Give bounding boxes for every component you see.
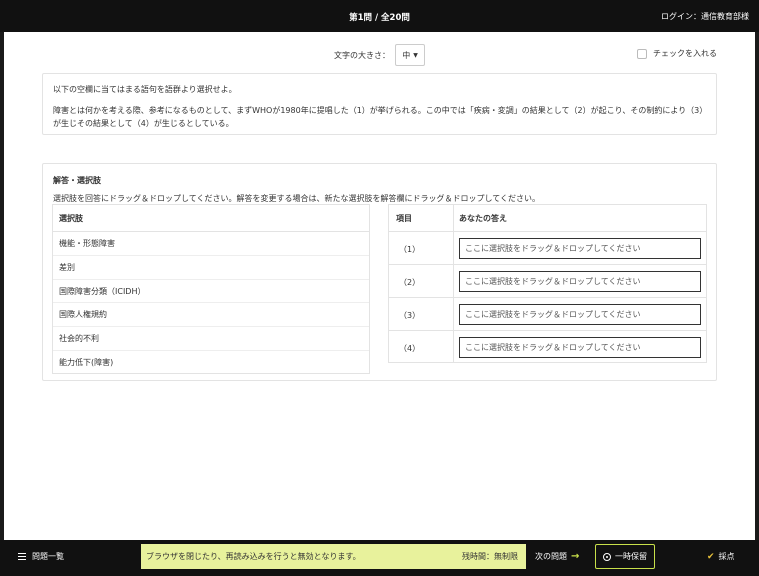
font-size-label: 文字の大きさ： [334,50,390,60]
question-list-button[interactable]: 問題一覧 [18,551,64,562]
answer-row: （4） ここに選択肢をドラッグ＆ドロップしてください [389,331,706,364]
answers-header: 項目 あなたの答え [389,205,706,232]
menu-icon [18,553,26,560]
record-icon [603,552,611,561]
answer-instruction: 選択肢を回答にドラッグ＆ドロップしてください。解答を変更する場合は、新たな選択肢… [53,194,541,203]
answer-drop-zone[interactable]: ここに選択肢をドラッグ＆ドロップしてください [459,238,701,259]
answer-number: （2） [399,278,421,287]
checkmark-icon: ✔ [707,551,715,562]
answer-row: （2） ここに選択肢をドラッグ＆ドロップしてください [389,265,706,298]
choice-item[interactable]: 差別 [53,256,369,280]
question-panel: 以下の空欄に当てはまる語句を語群より選択せよ。 障害とは何かを考える際、参考にな… [42,73,717,135]
header-item: 項目 [396,214,412,223]
hold-button[interactable]: 一時保留 [595,544,655,569]
next-question-label: 次の問題 [535,552,567,561]
check-label: チェックを入れる [653,49,717,58]
choice-item[interactable]: 機能・形態障害 [53,232,369,256]
choice-item[interactable]: 国際障害分類（ICIDH） [53,280,369,304]
hold-label: 一時保留 [615,552,647,561]
top-bar: 第1問 / 全20問 ログイン：通信教育部様 [0,0,759,32]
answer-number: （4） [399,344,421,353]
choice-item[interactable]: 社会的不利 [53,327,369,351]
notice-banner: ブラウザを閉じたり、再読み込みを行うと無効となります。 残時間：無制限 [141,544,526,569]
answer-drop-zone[interactable]: ここに選択肢をドラッグ＆ドロップしてください [459,337,701,358]
check-checkbox[interactable] [637,48,647,59]
question-body: 障害とは何かを考える際、参考になるものとして、まずWHOが1980年に提唱した（… [53,106,704,128]
answer-drop-zone[interactable]: ここに選択肢をドラッグ＆ドロップしてください [459,271,701,292]
question-counter: 第1問 / 全20問 [349,13,410,23]
arrow-right-icon: → [571,550,580,562]
answer-row: （1） ここに選択肢をドラッグ＆ドロップしてください [389,232,706,265]
answer-number: （1） [399,245,421,254]
choices-header: 選択肢 [53,205,369,232]
choice-item[interactable]: 能力低下(障害) [53,351,369,375]
font-size-control: 文字の大きさ： 中 ▼ [334,44,425,66]
answer-number: （3） [399,311,421,320]
font-size-select[interactable]: 中 ▼ [395,44,425,66]
time-remaining: 残時間：無制限 [462,552,518,561]
answer-drop-zone[interactable]: ここに選択肢をドラッグ＆ドロップしてください [459,304,701,325]
header-your-answer: あなたの答え [459,214,507,223]
main-content: 文字の大きさ： 中 ▼ チェックを入れる 以下の空欄に当てはまる語句を語群より選… [4,32,755,540]
bottom-bar: 問題一覧 ブラウザを閉じたり、再読み込みを行うと無効となります。 残時間：無制限… [0,540,759,576]
answers-table: 項目 あなたの答え （1） ここに選択肢をドラッグ＆ドロップしてください （2）… [388,204,707,363]
next-question-button[interactable]: 次の問題 → [535,551,579,562]
question-instruction: 以下の空欄に当てはまる語句を語群より選択せよ。 [53,85,237,94]
login-status: ログイン：通信教育部様 [661,12,749,21]
answer-heading: 解答・選択肢 [53,176,101,185]
notice-text: ブラウザを閉じたり、再読み込みを行うと無効となります。 [146,552,361,561]
check-toggle[interactable]: チェックを入れる [637,48,717,59]
choice-item[interactable]: 国際人権規約 [53,303,369,328]
grade-label: 採点 [718,552,735,561]
choices-list: 選択肢 機能・形態障害 差別 国際障害分類（ICIDH） 国際人権規約 社会的不… [52,204,370,374]
question-list-label: 問題一覧 [32,552,64,561]
grade-button[interactable]: ✔ 採点 [707,551,735,562]
answer-panel: 解答・選択肢 選択肢を回答にドラッグ＆ドロップしてください。解答を変更する場合は… [42,163,717,381]
caret-down-icon: ▼ [413,51,418,59]
font-size-value: 中 [402,50,411,60]
answer-row: （3） ここに選択肢をドラッグ＆ドロップしてください [389,298,706,331]
